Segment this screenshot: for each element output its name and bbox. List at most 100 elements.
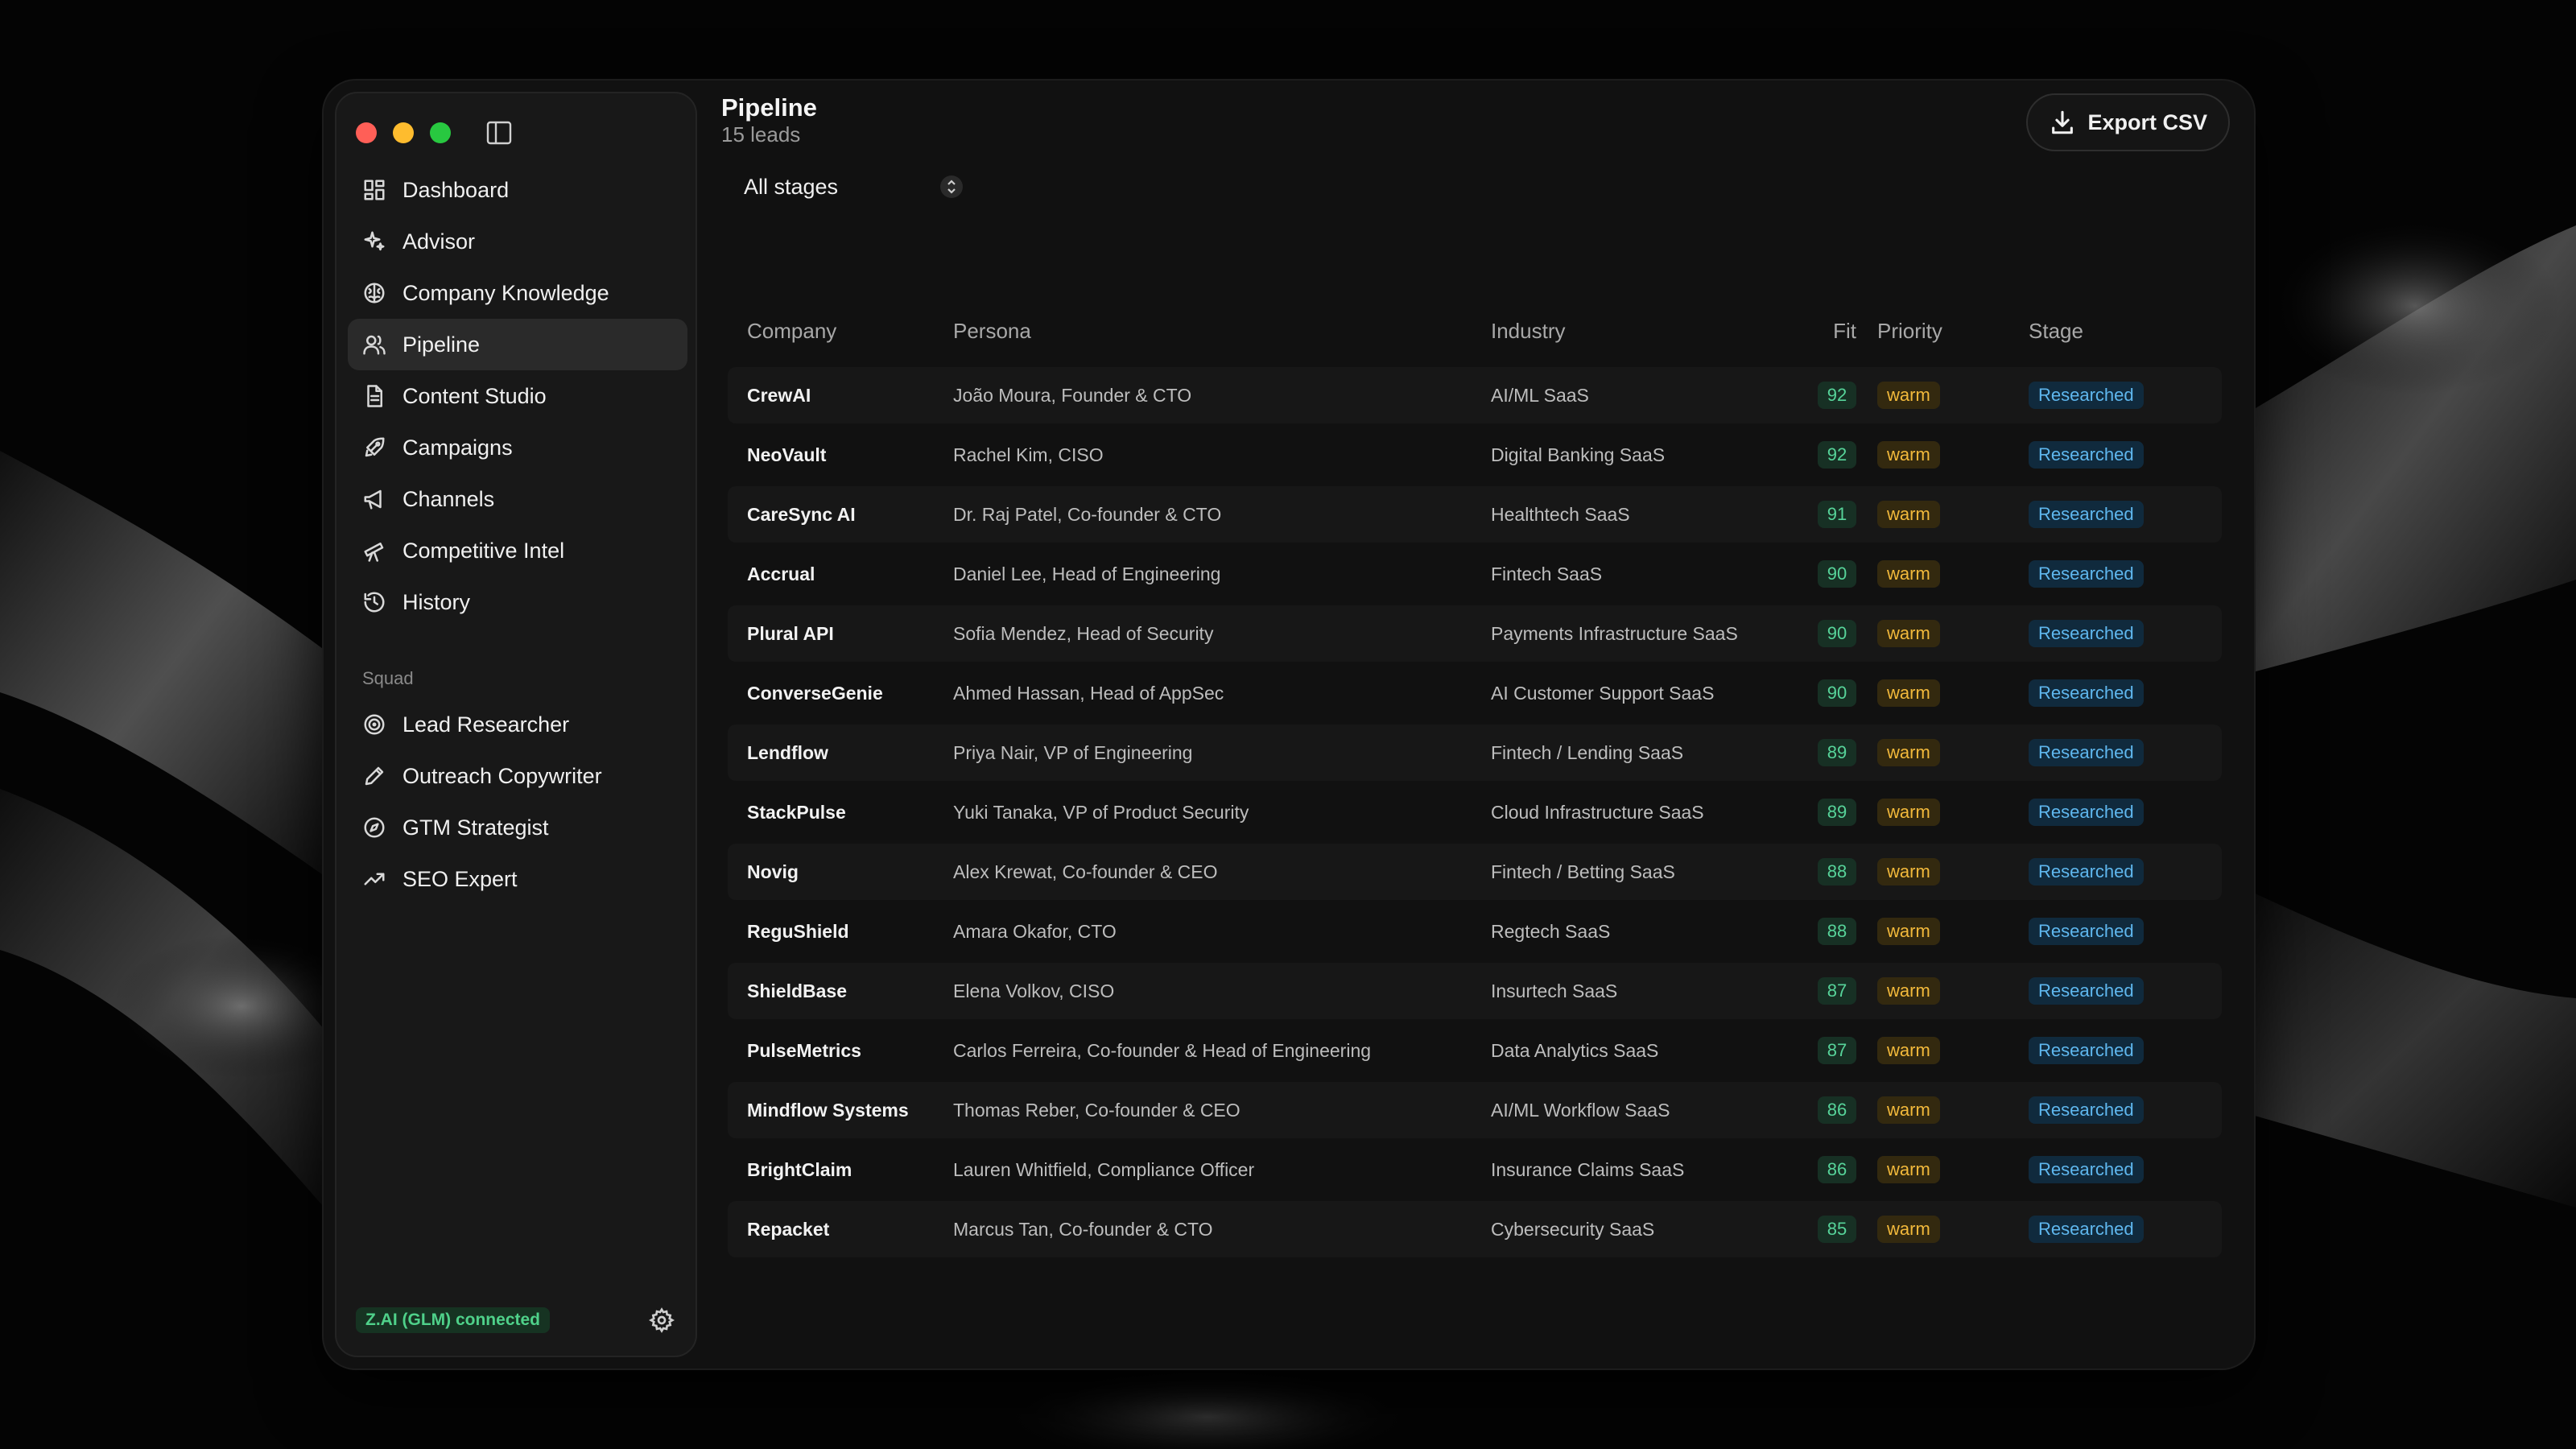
- fit-score-badge: 91: [1818, 501, 1856, 528]
- sidebar-item-label: Outreach Copywriter: [402, 763, 602, 788]
- close-window-button[interactable]: [356, 122, 377, 143]
- cell-fit: 92: [1797, 382, 1856, 409]
- table-row[interactable]: NeoVault Rachel Kim, CISO Digital Banking …: [728, 427, 2222, 483]
- sidebar-toggle-icon[interactable]: [486, 121, 512, 145]
- priority-badge: warm: [1877, 1156, 1940, 1183]
- cell-persona: Priya Nair, VP of Engineering: [953, 741, 1193, 763]
- cell-industry: Fintech / Betting SaaS: [1491, 861, 1675, 882]
- table-row[interactable]: Mindflow Systems Thomas Reber, Co-founder…: [728, 1082, 2222, 1138]
- sidebar-item-channels[interactable]: Channels: [348, 473, 687, 525]
- column-header-persona[interactable]: Persona: [953, 319, 1491, 344]
- stage-badge: Researched: [2029, 1156, 2144, 1183]
- document-icon: [362, 384, 386, 408]
- sidebar-item-history[interactable]: History: [348, 576, 687, 628]
- priority-badge: warm: [1877, 1096, 1940, 1124]
- table-row[interactable]: ConverseGenie Ahmed Hassan, Head of AppSe…: [728, 665, 2222, 721]
- sidebar-item-content-studio[interactable]: Content Studio: [348, 370, 687, 422]
- export-csv-button[interactable]: Export CSV: [2026, 93, 2230, 151]
- grid-icon: [362, 178, 386, 202]
- sidebar-item-label: GTM Strategist: [402, 815, 549, 840]
- table-row[interactable]: Accrual Daniel Lee, Head of Engineering Fi…: [728, 546, 2222, 602]
- sidebar-item-competitive-intel[interactable]: Competitive Intel: [348, 525, 687, 576]
- table-row[interactable]: Novig Alex Krewat, Co-founder & CEO Fintec…: [728, 844, 2222, 900]
- sidebar-item-dashboard[interactable]: Dashboard: [348, 164, 687, 216]
- window-controls: [356, 122, 451, 143]
- table-row[interactable]: CrewAI João Moura, Founder & CTO AI/ML Saa…: [728, 367, 2222, 423]
- cell-fit: 92: [1797, 441, 1856, 469]
- sidebar-item-gtm-strategist[interactable]: GTM Strategist: [348, 802, 687, 853]
- table-row[interactable]: ReguShield Amara Okafor, CTO Regtech SaaS 8…: [728, 903, 2222, 960]
- cell-priority: warm: [1856, 977, 1998, 1005]
- sidebar-item-outreach-copywriter[interactable]: Outreach Copywriter: [348, 750, 687, 802]
- stage-filter-select[interactable]: All stages: [721, 167, 963, 206]
- cell-persona: Lauren Whitfield, Compliance Officer: [953, 1158, 1255, 1180]
- table-row[interactable]: CareSync AI Dr. Raj Patel, Co-founder & C…: [728, 486, 2222, 543]
- cell-stage: Researched: [1998, 1096, 2159, 1124]
- priority-badge: warm: [1877, 1216, 1940, 1243]
- table-row[interactable]: Repacket Marcus Tan, Co-founder & CTO Cybe…: [728, 1201, 2222, 1257]
- cell-industry: Healthtech SaaS: [1491, 503, 1630, 525]
- column-header-priority[interactable]: Priority: [1856, 319, 1998, 344]
- cell-company: Lendflow: [747, 741, 828, 763]
- sidebar-item-company-knowledge[interactable]: Company Knowledge: [348, 267, 687, 319]
- sidebar-item-campaigns[interactable]: Campaigns: [348, 422, 687, 473]
- cell-stage: Researched: [1998, 977, 2159, 1005]
- column-header-stage[interactable]: Stage: [1998, 319, 2159, 344]
- leads-table: CrewAI João Moura, Founder & CTO AI/ML Saa…: [728, 367, 2222, 1261]
- squad-section-label: Squad: [362, 668, 414, 688]
- table-row[interactable]: BrightClaim Lauren Whitfield, Compliance …: [728, 1141, 2222, 1198]
- zoom-window-button[interactable]: [430, 122, 451, 143]
- fit-score-badge: 90: [1818, 620, 1856, 647]
- fit-score-badge: 89: [1818, 799, 1856, 826]
- stage-badge: Researched: [2029, 560, 2144, 588]
- cell-fit: 90: [1797, 560, 1856, 588]
- column-header-industry[interactable]: Industry: [1491, 319, 1797, 344]
- stage-badge: Researched: [2029, 799, 2144, 826]
- table-row[interactable]: Lendflow Priya Nair, VP of Engineering Fin…: [728, 724, 2222, 781]
- sidebar-item-label: Lead Researcher: [402, 712, 570, 737]
- sidebar-item-pipeline[interactable]: Pipeline: [348, 319, 687, 370]
- gear-icon[interactable]: [648, 1307, 675, 1333]
- cell-company: ConverseGenie: [747, 682, 883, 704]
- cell-company: StackPulse: [747, 801, 846, 823]
- cell-stage: Researched: [1998, 1037, 2159, 1064]
- table-row[interactable]: ShieldBase Elena Volkov, CISO Insurtech Sa…: [728, 963, 2222, 1019]
- cell-stage: Researched: [1998, 382, 2159, 409]
- cell-stage: Researched: [1998, 620, 2159, 647]
- cell-industry: Insurtech SaaS: [1491, 980, 1618, 1001]
- compass-icon: [362, 815, 386, 840]
- main-content: Pipeline 15 leads Export CSV All stages …: [702, 80, 2243, 1368]
- table-row[interactable]: StackPulse Yuki Tanaka, VP of Product Sec…: [728, 784, 2222, 840]
- fit-score-badge: 87: [1818, 977, 1856, 1005]
- cell-priority: warm: [1856, 441, 1998, 469]
- cell-industry: AI/ML Workflow SaaS: [1491, 1099, 1670, 1121]
- fit-score-badge: 85: [1818, 1216, 1856, 1243]
- table-row[interactable]: Plural API Sofia Mendez, Head of Security…: [728, 605, 2222, 662]
- column-header-company[interactable]: Company: [728, 319, 953, 344]
- cell-fit: 89: [1797, 799, 1856, 826]
- chevron-up-down-icon: [940, 175, 963, 198]
- cell-fit: 89: [1797, 739, 1856, 766]
- cell-persona: Sofia Mendez, Head of Security: [953, 622, 1214, 644]
- stage-filter-value: All stages: [744, 174, 839, 199]
- cell-persona: Daniel Lee, Head of Engineering: [953, 563, 1221, 584]
- table-row[interactable]: PulseMetrics Carlos Ferreira, Co-founder …: [728, 1022, 2222, 1079]
- minimize-window-button[interactable]: [393, 122, 414, 143]
- cell-stage: Researched: [1998, 1216, 2159, 1243]
- priority-badge: warm: [1877, 739, 1940, 766]
- cell-company: CareSync AI: [747, 503, 856, 525]
- cell-industry: AI Customer Support SaaS: [1491, 682, 1715, 704]
- cell-fit: 88: [1797, 858, 1856, 886]
- sidebar-item-lead-researcher[interactable]: Lead Researcher: [348, 699, 687, 750]
- sidebar-item-advisor[interactable]: Advisor: [348, 216, 687, 267]
- cell-persona: Carlos Ferreira, Co-founder & Head of En…: [953, 1039, 1372, 1061]
- cell-persona: Amara Okafor, CTO: [953, 920, 1117, 942]
- sidebar-item-seo-expert[interactable]: SEO Expert: [348, 853, 687, 905]
- cell-industry: Digital Banking SaaS: [1491, 444, 1666, 465]
- cell-priority: warm: [1856, 501, 1998, 528]
- cell-industry: Insurance Claims SaaS: [1491, 1158, 1685, 1180]
- table-header: Company Persona Industry Fit Priority St…: [728, 311, 2222, 351]
- cell-fit: 88: [1797, 918, 1856, 945]
- cell-industry: Cybersecurity SaaS: [1491, 1218, 1655, 1240]
- column-header-fit[interactable]: Fit: [1797, 319, 1856, 344]
